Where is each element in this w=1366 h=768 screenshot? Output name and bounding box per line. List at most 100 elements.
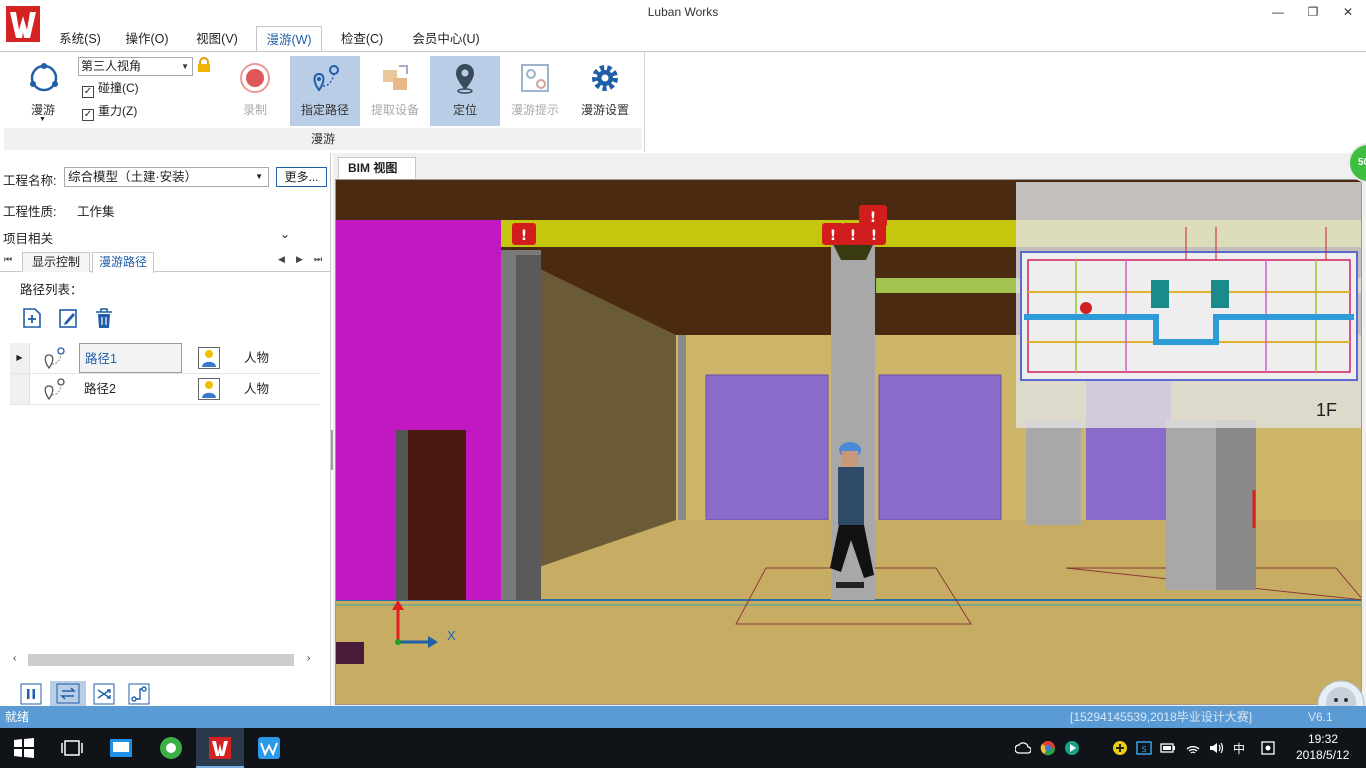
svg-text:!: !	[521, 228, 527, 244]
scrollbar-thumb[interactable]	[28, 654, 294, 666]
location-pin-icon	[456, 64, 474, 94]
menu-roam[interactable]: 漫游(W)	[256, 26, 322, 52]
path-row[interactable]: 路径2 人物	[10, 374, 320, 405]
person-avatar-icon	[198, 347, 220, 369]
player-icon[interactable]	[1064, 740, 1080, 756]
axis-x-label: X	[447, 628, 456, 643]
project-name-value: 综合模型（土建·安装）	[68, 170, 198, 184]
delete-path-icon[interactable]	[94, 307, 114, 329]
luban-app-icon[interactable]	[208, 736, 232, 760]
collision-checkbox[interactable]: ✓ 碰撞(C)	[82, 79, 139, 98]
last-tab-icon[interactable]: ⏭	[314, 254, 322, 265]
roam-hint-button[interactable]: 漫游提示	[500, 56, 570, 126]
scroll-left-icon[interactable]: ‹	[13, 653, 16, 664]
collision-label: 碰撞(C)	[98, 81, 139, 95]
menu-operation[interactable]: 操作(O)	[118, 26, 176, 52]
set-path-button[interactable]: 指定路径	[290, 56, 360, 126]
wifi-icon[interactable]	[1185, 740, 1201, 756]
record-button[interactable]: 录制	[220, 56, 290, 126]
roam-button[interactable]: 漫游 ▼	[8, 56, 78, 126]
volume-icon[interactable]	[1208, 740, 1224, 756]
svg-text:S: S	[1141, 745, 1146, 754]
lock-icon[interactable]	[197, 57, 211, 73]
cloud-icon[interactable]	[1015, 740, 1031, 756]
scroll-right-icon[interactable]: ›	[307, 653, 310, 664]
path-pin-icon	[44, 378, 65, 401]
double-chevron-down-icon[interactable]: ⌄	[280, 227, 290, 241]
warning-marker-icon[interactable]: !	[512, 223, 536, 245]
path-type: 人物	[244, 382, 270, 396]
path-list-label: 路径列表：	[20, 283, 83, 297]
path-name[interactable]: 路径2	[84, 374, 184, 404]
menu-bar: 系统(S) 操作(O) 视图(V) 漫游(W) 检查(C) 会员中心(U)	[46, 26, 1366, 52]
minimap[interactable]: 1F	[1016, 182, 1361, 428]
path-row[interactable]: ▶ 路径1 人物	[10, 343, 320, 374]
more-button[interactable]: 更多...	[276, 167, 327, 187]
window-title: Luban Works	[647, 5, 719, 19]
record-icon	[240, 63, 270, 93]
status-text: 就绪	[5, 710, 30, 724]
windows-taskbar: S 中 19:32 2018/5/12	[0, 728, 1366, 768]
project-name-select[interactable]: 综合模型（土建·安装） ▼	[64, 167, 269, 187]
locate-button[interactable]: 定位	[430, 56, 500, 126]
roam-settings-label: 漫游设置	[580, 103, 629, 117]
restore-button[interactable]: ❐	[1303, 4, 1323, 20]
left-panel: 工程名称: 综合模型（土建·安装） ▼ 更多... 工程性质: 工作集 项目相关…	[0, 153, 331, 706]
first-tab-icon[interactable]: ⏮	[4, 254, 12, 265]
notification-icon[interactable]	[1260, 740, 1276, 756]
clock-time[interactable]: 19:32	[1308, 732, 1338, 746]
loop-icon[interactable]	[50, 681, 86, 706]
battery-icon[interactable]	[1160, 740, 1176, 756]
version-label: V6.1	[1308, 710, 1333, 724]
bim-view-area: BIM 视图 ! ! ! ! ! X 1F 5	[333, 143, 1366, 706]
horizontal-scrollbar[interactable]: ‹ ›	[10, 652, 320, 668]
file-explorer-icon[interactable]	[109, 736, 133, 760]
shuffle-icon[interactable]	[93, 683, 115, 705]
menu-system[interactable]: 系统(S)	[52, 26, 108, 52]
row-expand-icon[interactable]: ▶	[10, 343, 30, 373]
minimize-button[interactable]: —	[1268, 4, 1288, 20]
pick-device-button[interactable]: 提取设备	[360, 56, 430, 126]
chrome-icon[interactable]	[1040, 740, 1056, 756]
menu-view[interactable]: 视图(V)	[188, 26, 246, 52]
ime-icon[interactable]: S	[1136, 740, 1152, 756]
door-frame	[396, 430, 408, 600]
pause-icon[interactable]	[20, 683, 42, 705]
prev-tab-icon[interactable]: ◀	[278, 254, 285, 265]
row-header	[10, 374, 30, 404]
next-tab-icon[interactable]: ▶	[296, 254, 303, 265]
path-route-icon[interactable]	[128, 683, 150, 705]
column-shadow	[516, 255, 541, 600]
menu-check[interactable]: 检查(C)	[332, 26, 392, 52]
add-path-icon[interactable]	[22, 307, 42, 329]
checkbox-checked-icon: ✓	[82, 86, 94, 98]
floor-object	[336, 642, 364, 664]
path-name[interactable]: 路径1	[79, 343, 182, 373]
purple-door	[705, 374, 829, 521]
windows-start-icon[interactable]	[12, 736, 36, 760]
warning-marker-icon[interactable]: !	[862, 223, 886, 245]
view-mode-select[interactable]: 第三人视角 ▼	[78, 57, 193, 76]
menu-member-center[interactable]: 会员中心(U)	[406, 26, 486, 52]
person-avatar-icon	[198, 378, 220, 400]
gravity-checkbox[interactable]: ✓ 重力(Z)	[82, 102, 137, 121]
ime-mode[interactable]: 中	[1233, 740, 1245, 757]
svg-text:!: !	[850, 228, 856, 244]
add-app-icon[interactable]	[1112, 740, 1128, 756]
tab-display-control[interactable]: 显示控制	[22, 252, 90, 272]
edit-path-icon[interactable]	[58, 307, 78, 329]
close-button[interactable]: ✕	[1338, 4, 1358, 20]
set-path-label: 指定路径	[300, 103, 349, 117]
warning-marker-icon[interactable]: !	[822, 223, 844, 245]
tab-bim-view[interactable]: BIM 视图	[338, 157, 416, 179]
roam-settings-button[interactable]: 漫游设置	[570, 56, 640, 126]
task-view-icon[interactable]	[60, 736, 84, 760]
tab-roam-paths[interactable]: 漫游路径	[92, 252, 154, 273]
bim-3d-viewport[interactable]: ! ! ! ! ! X 1F	[335, 179, 1362, 705]
w-app-icon[interactable]	[257, 736, 281, 760]
browser-icon[interactable]	[159, 736, 183, 760]
floor	[336, 600, 1361, 704]
svg-text:!: !	[830, 228, 836, 244]
path-pin-icon	[44, 347, 65, 370]
clock-date[interactable]: 2018/5/12	[1296, 748, 1349, 762]
